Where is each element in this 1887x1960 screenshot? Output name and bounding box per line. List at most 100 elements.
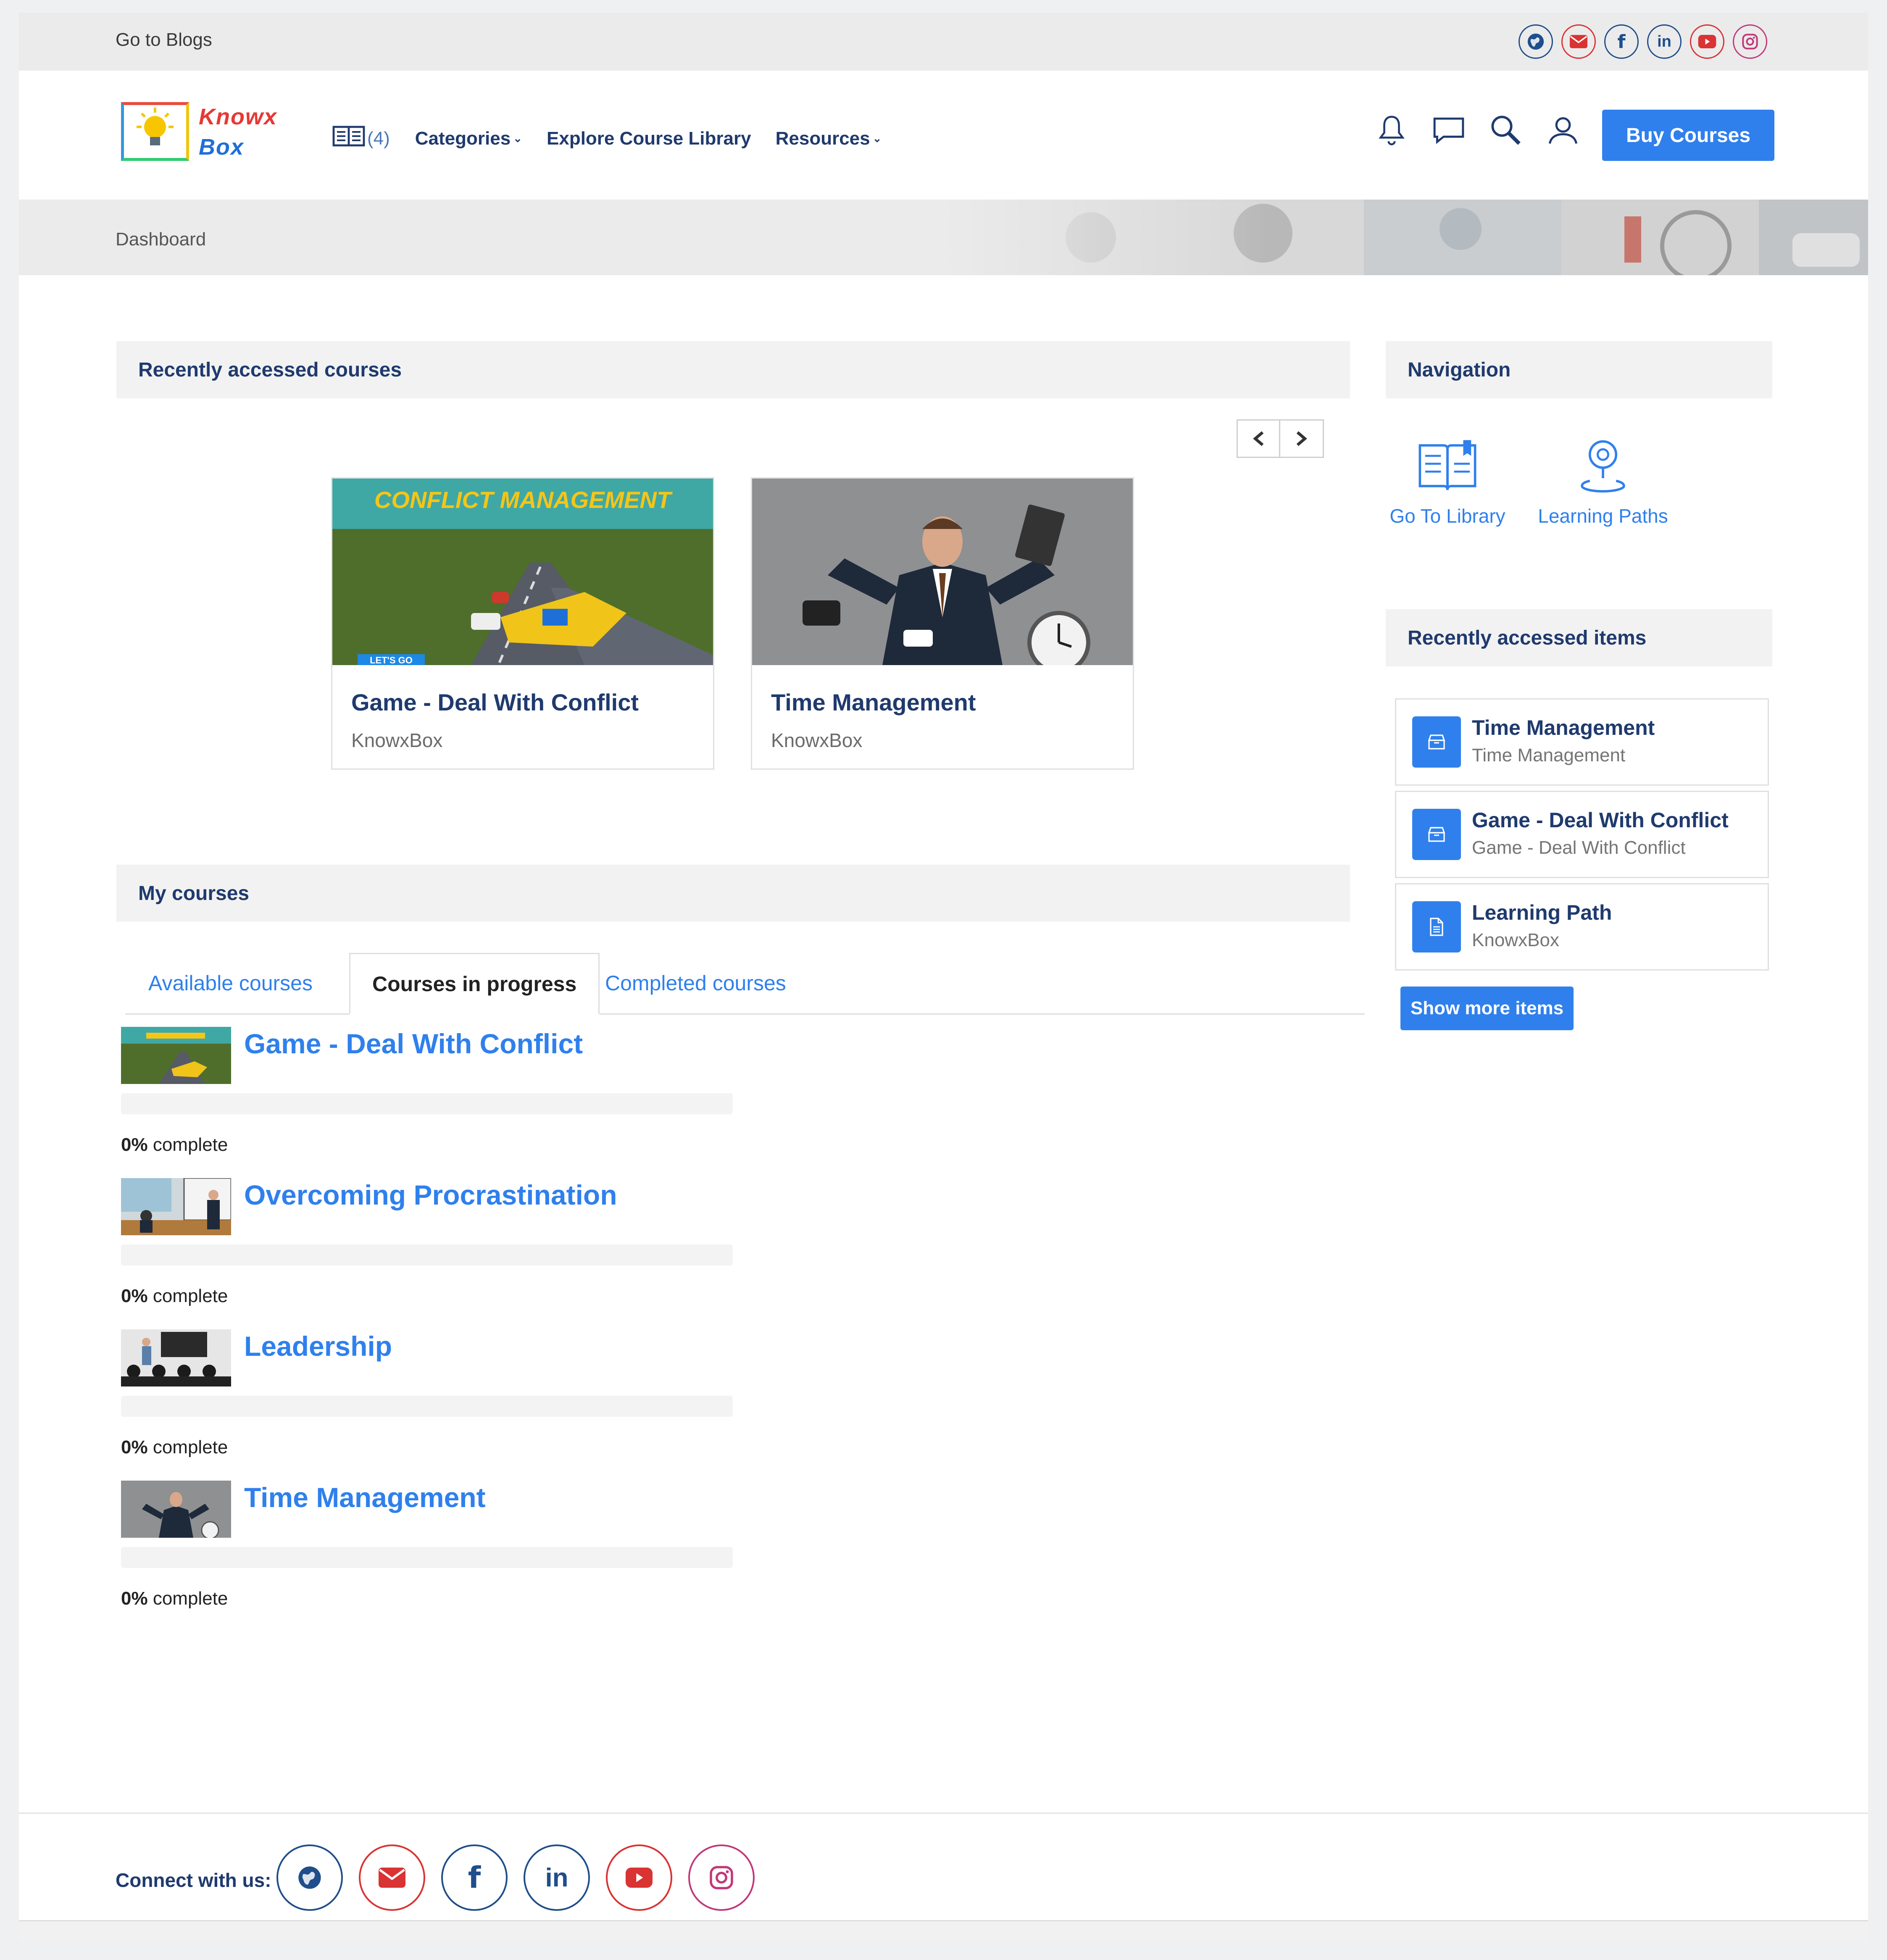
course-thumbnail-conflict-management <box>121 1027 231 1084</box>
list-item: Leadership 0% complete <box>121 1329 751 1468</box>
nav-explore-course-library[interactable]: Explore Course Library <box>547 128 751 149</box>
course-card-title[interactable]: Game - Deal With Conflict <box>351 689 639 716</box>
cart-icon[interactable] <box>332 124 366 153</box>
chevron-down-icon: ⌄ <box>513 132 522 145</box>
linkedin-icon[interactable]: in <box>524 1844 590 1911</box>
logo-text-knowx: Knowx <box>199 104 278 129</box>
progress-percent: 0% <box>121 1588 148 1609</box>
progress-text: 0% complete <box>121 1588 228 1609</box>
progress-suffix: complete <box>147 1134 228 1155</box>
progress-suffix: complete <box>147 1286 228 1306</box>
progress-bar <box>121 1396 733 1417</box>
course-card-org: KnowxBox <box>351 729 443 751</box>
footer-divider <box>19 1813 1868 1814</box>
chevron-left-icon <box>1253 431 1264 446</box>
nav-categories-label: Categories <box>415 128 511 149</box>
course-card[interactable]: Time Management KnowxBox <box>751 477 1134 770</box>
site-header: Knowx Box (4) Categories ⌄ Explore Course… <box>19 71 1868 200</box>
facebook-icon[interactable]: f <box>441 1844 508 1911</box>
course-thumbnail-leadership <box>121 1329 231 1386</box>
carousel-next-button[interactable] <box>1280 419 1324 458</box>
show-more-items-button[interactable]: Show more items <box>1400 987 1574 1030</box>
learning-paths-link[interactable]: Learning Paths <box>1532 437 1674 527</box>
recent-item-title[interactable]: Time Management <box>1472 716 1655 740</box>
navigation-heading: Navigation <box>1386 341 1772 398</box>
tab-completed-courses[interactable]: Completed courses <box>605 953 786 1013</box>
page-title: Dashboard <box>116 229 206 250</box>
buy-courses-button[interactable]: Buy Courses <box>1602 110 1774 161</box>
instagram-icon[interactable] <box>1733 24 1767 59</box>
progress-suffix: complete <box>147 1588 228 1609</box>
youtube-icon[interactable] <box>1690 24 1724 59</box>
email-icon[interactable] <box>359 1844 425 1911</box>
recent-item-title[interactable]: Game - Deal With Conflict <box>1472 808 1729 832</box>
thumb-badge-text: LET'S GO <box>370 655 413 665</box>
instagram-icon[interactable] <box>688 1844 755 1911</box>
recent-item[interactable]: Learning Path KnowxBox <box>1395 883 1769 971</box>
list-item: Overcoming Procrastination 0% complete <box>121 1178 751 1317</box>
bell-icon[interactable] <box>1374 113 1409 148</box>
course-link[interactable]: Leadership <box>244 1330 392 1362</box>
nav-resources[interactable]: Resources ⌄ <box>776 128 882 149</box>
knowxbox-logo[interactable]: Knowx Box <box>121 102 281 165</box>
list-item: Game - Deal With Conflict 0% complete <box>121 1027 751 1165</box>
progress-bar <box>121 1093 733 1114</box>
progress-bar <box>121 1244 733 1265</box>
course-card[interactable]: CONFLICT MANAGEMENT LET'S GO Game - Deal… <box>331 477 714 770</box>
page-banner: Dashboard <box>19 200 1868 275</box>
search-icon[interactable] <box>1488 113 1524 148</box>
my-courses-heading: My courses <box>116 865 1350 922</box>
course-card-title[interactable]: Time Management <box>771 689 976 716</box>
course-card-org: KnowxBox <box>771 729 863 751</box>
globe-icon[interactable] <box>1519 24 1553 59</box>
top-social-links: f in <box>1519 24 1767 59</box>
course-thumbnail-overcoming-procrastination <box>121 1178 231 1235</box>
course-thumbnail-time-management <box>752 479 1133 665</box>
progress-suffix: complete <box>147 1437 228 1458</box>
recent-item-subtitle: KnowxBox <box>1472 930 1559 950</box>
recent-courses-heading: Recently accessed courses <box>116 341 1350 398</box>
user-icon[interactable] <box>1545 113 1581 148</box>
banner-collage-image <box>944 200 1868 275</box>
course-link[interactable]: Time Management <box>244 1481 486 1513</box>
facebook-icon[interactable]: f <box>1604 24 1639 59</box>
page: Go to Blogs f in Knowx Box (4) Categorie… <box>19 13 1868 1941</box>
recent-item-subtitle: Time Management <box>1472 745 1626 766</box>
carousel-prev-button[interactable] <box>1237 419 1280 458</box>
cart-count[interactable]: (4) <box>367 128 390 149</box>
course-link[interactable]: Overcoming Procrastination <box>244 1179 617 1211</box>
logo-text-box: Box <box>199 134 245 160</box>
learning-paths-label: Learning Paths <box>1538 505 1668 527</box>
nav-resources-label: Resources <box>775 128 870 149</box>
connect-label: Connect with us: <box>116 1869 271 1891</box>
top-bar: Go to Blogs f in <box>19 13 1868 71</box>
main-nav: (4) Categories ⌄ Explore Course Library R… <box>332 124 906 153</box>
recent-item[interactable]: Game - Deal With Conflict Game - Deal Wi… <box>1395 791 1769 878</box>
package-icon <box>1412 809 1461 860</box>
progress-bar <box>121 1547 733 1568</box>
globe-icon[interactable] <box>276 1844 343 1911</box>
go-to-library-link[interactable]: Go To Library <box>1384 437 1511 527</box>
email-icon[interactable] <box>1561 24 1596 59</box>
youtube-icon[interactable] <box>606 1844 672 1911</box>
tab-courses-in-progress[interactable]: Courses in progress <box>349 953 600 1015</box>
recent-item-subtitle: Game - Deal With Conflict <box>1472 837 1686 858</box>
document-icon <box>1412 901 1461 952</box>
book-icon <box>1419 440 1476 490</box>
linkedin-icon[interactable]: in <box>1647 24 1682 59</box>
course-link[interactable]: Game - Deal With Conflict <box>244 1028 583 1060</box>
course-thumbnail-time-management <box>121 1481 231 1538</box>
tab-available-courses[interactable]: Available courses <box>148 953 313 1013</box>
footer-social-links: f in <box>276 1844 755 1911</box>
chat-icon[interactable] <box>1431 113 1466 148</box>
header-icons <box>1374 113 1581 148</box>
progress-text: 0% complete <box>121 1134 228 1155</box>
thumb-title-text: CONFLICT MANAGEMENT <box>374 487 673 513</box>
location-pin-icon <box>1581 440 1625 493</box>
go-to-blogs-link[interactable]: Go to Blogs <box>116 29 212 50</box>
recent-item[interactable]: Time Management Time Management <box>1395 698 1769 786</box>
nav-categories[interactable]: Categories ⌄ <box>415 128 522 149</box>
progress-percent: 0% <box>121 1286 148 1306</box>
package-icon <box>1412 716 1461 768</box>
recent-item-title[interactable]: Learning Path <box>1472 900 1612 925</box>
